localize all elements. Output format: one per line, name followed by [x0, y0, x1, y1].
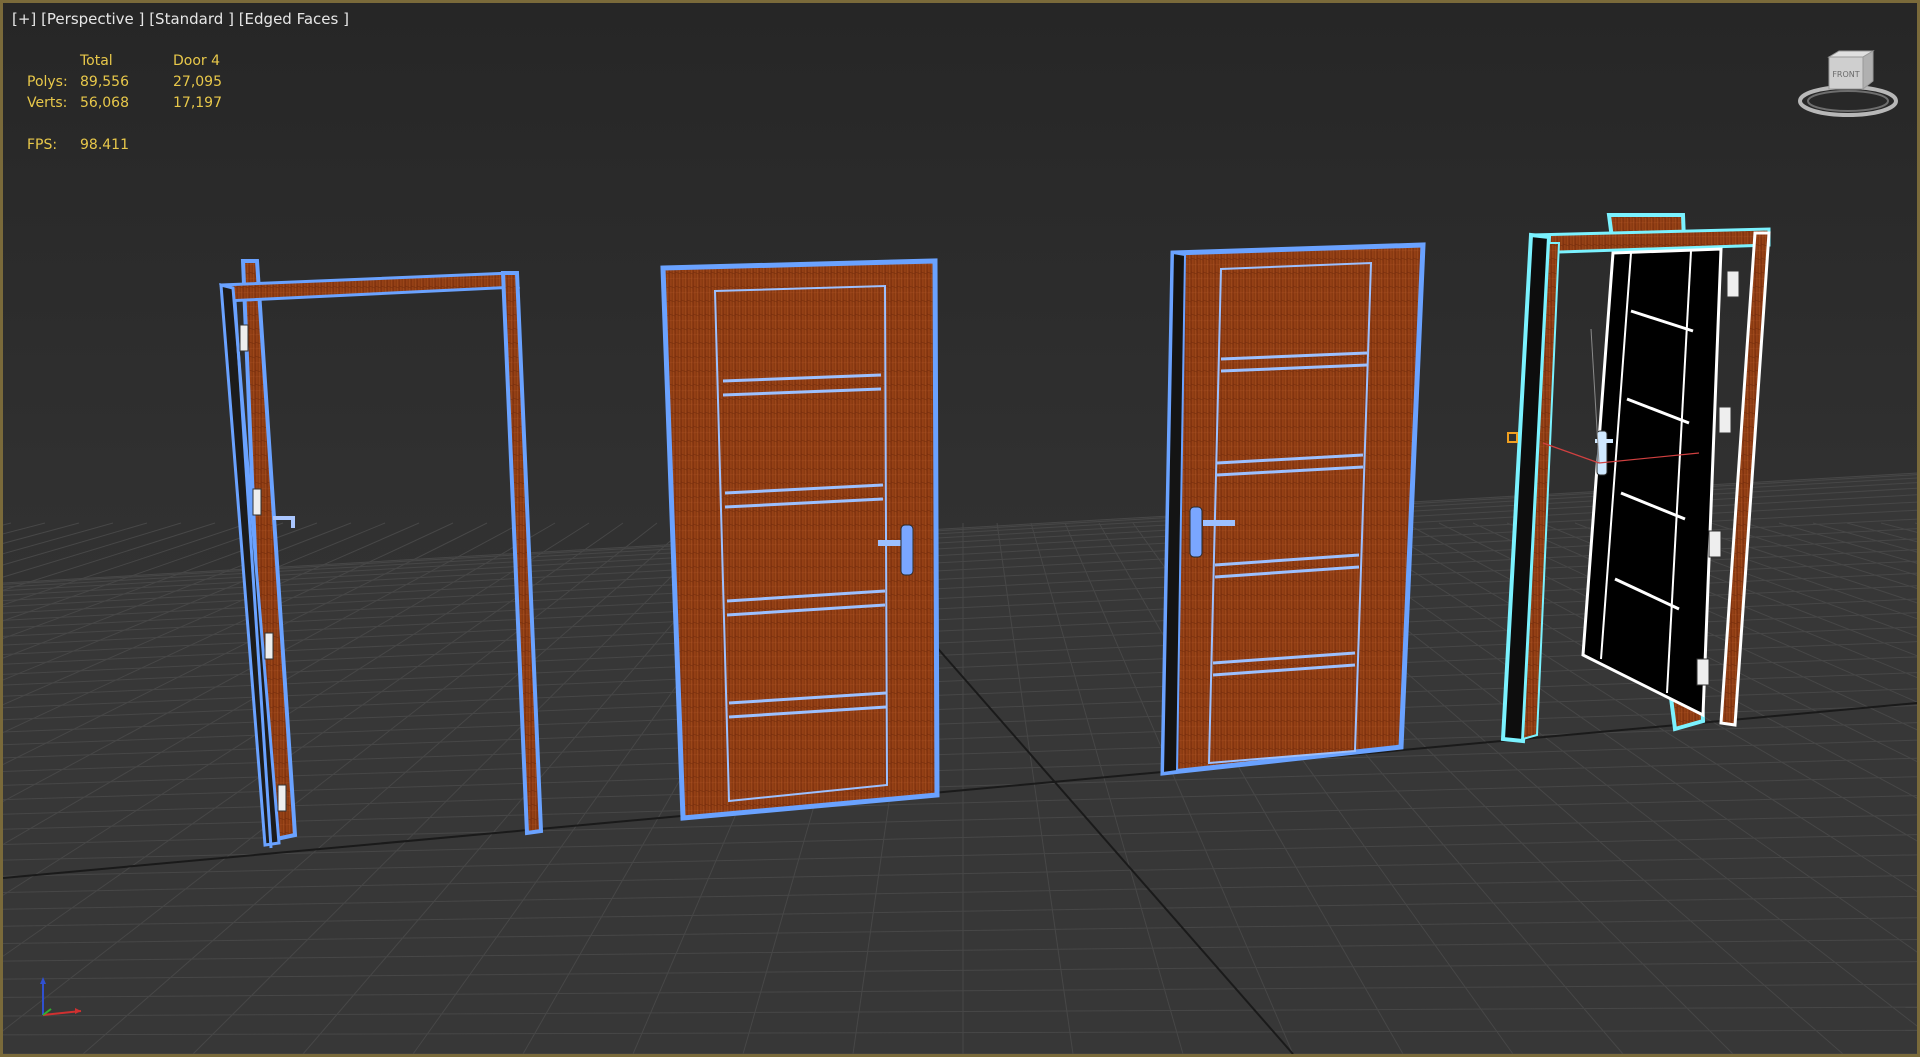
door-2[interactable]	[660, 258, 940, 821]
viewport-menu-plus[interactable]: [+]	[12, 10, 36, 28]
stats-polys-selected: 27,095	[173, 74, 222, 90]
viewcube-face-label: FRONT	[1832, 70, 1859, 79]
perspective-viewport[interactable]: [+] [Perspective ] [Standard ] [Edged Fa…	[0, 0, 1920, 1057]
viewport-label: [+] [Perspective ] [Standard ] [Edged Fa…	[12, 10, 349, 28]
stats-fps-label: FPS:	[27, 137, 58, 153]
stats-header-selected: Door 4	[173, 53, 221, 69]
viewport-menu-view[interactable]: [Perspective ]	[41, 10, 144, 28]
stats-verts-label: Verts:	[27, 95, 68, 111]
scene-canvas[interactable]	[3, 3, 1917, 1054]
stats-header-total: Total	[80, 53, 113, 69]
axis-triad-icon	[40, 977, 82, 1016]
stats-verts-total: 56,068	[80, 95, 129, 111]
stats-polys-total: 89,556	[80, 74, 129, 90]
stats-fps-value: 98.411	[80, 137, 129, 153]
viewcube-icon[interactable]: FRONT	[1793, 47, 1903, 127]
stats-polys-label: Polys:	[27, 74, 68, 90]
viewport-menu-mode[interactable]: [Edged Faces ]	[239, 10, 349, 28]
viewport-menu-shading[interactable]: [Standard ]	[149, 10, 234, 28]
door-3[interactable]	[1160, 242, 1426, 776]
stats-verts-selected: 17,197	[173, 95, 222, 111]
